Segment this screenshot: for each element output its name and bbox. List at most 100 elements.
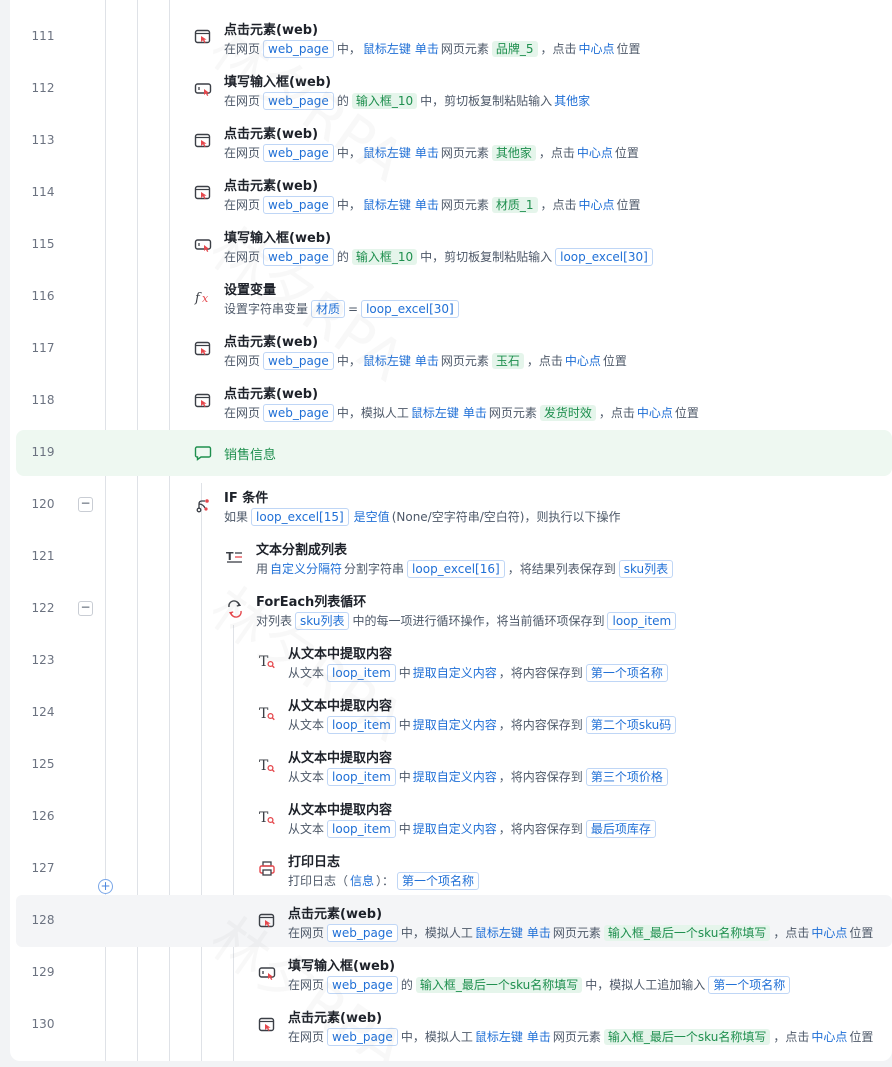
- step-row[interactable]: 125 T 从文本中提取内容 从文本 loop_item 中提取自定义内容 ，将内容保存到第…: [10, 739, 892, 791]
- option-token[interactable]: 其他家: [554, 94, 590, 108]
- option-token[interactable]: 提取自定义内容: [413, 718, 497, 732]
- step-row[interactable]: 112 填写输入框(web) 在网页 web_page 的输入框_10 中，剪切板复制粘贴…: [10, 63, 892, 115]
- description-text: 位置: [674, 406, 699, 420]
- variable-token[interactable]: loop_item: [607, 612, 677, 630]
- option-token[interactable]: 自定义分隔符: [270, 562, 342, 576]
- variable-token[interactable]: loop_item: [327, 664, 396, 682]
- step-row[interactable]: 118 点击元素(web) 在网页 web_page 中，模拟人工 鼠标左键 单击 网页元素发…: [10, 375, 892, 427]
- step-row[interactable]: 128 点击元素(web) 在网页 web_page 中，模拟人工 鼠标左键 单击 网页元素输…: [16, 895, 892, 947]
- variable-token[interactable]: loop_excel[30]: [555, 248, 653, 266]
- element-token[interactable]: 材质_1: [491, 197, 538, 213]
- step-row[interactable]: 124 T 从文本中提取内容 从文本 loop_item 中提取自定义内容 ，将内容保存到第…: [10, 687, 892, 739]
- step-title: 点击元素(web): [288, 907, 383, 922]
- variable-token[interactable]: web_page: [263, 248, 334, 266]
- element-token[interactable]: 输入框_最后一个sku名称填写: [603, 925, 771, 941]
- step-row[interactable]: 121 T 文本分割成列表用自定义分隔符 分割字符串 loop_excel[16] ，将结…: [10, 531, 892, 583]
- variable-token[interactable]: 最后项库存: [585, 820, 656, 838]
- option-token[interactable]: 鼠标左键: [411, 406, 459, 420]
- description-text: 网页元素: [440, 146, 489, 160]
- step-row[interactable]: 129 填写输入框(web) 在网页 web_page 的输入框_最后一个sku名称填写…: [10, 947, 892, 999]
- svg-text:x: x: [202, 292, 209, 305]
- option-token[interactable]: 鼠标左键: [363, 354, 411, 368]
- collapse-toggle[interactable]: −: [78, 601, 93, 616]
- step-row[interactable]: 123 T 从文本中提取内容 从文本 loop_item 中提取自定义内容 ，将内容保存到第…: [10, 635, 892, 687]
- element-token[interactable]: 输入框_最后一个sku名称填写: [603, 1029, 771, 1045]
- variable-token[interactable]: web_page: [263, 40, 334, 58]
- click-element-icon: [193, 27, 213, 47]
- step-row[interactable]: 122 − ForEach列表循环 对列表 sku列表 中的每一项进行循环操作，将当前循环…: [10, 583, 892, 635]
- option-token[interactable]: 鼠标左键: [363, 42, 411, 56]
- variable-token[interactable]: web_page: [327, 976, 398, 994]
- variable-token[interactable]: web_page: [263, 144, 334, 162]
- step-row[interactable]: 120 − IF 条件 如果 loop_excel[15] 是空值 (None/空字符串/空…: [10, 479, 892, 531]
- option-token[interactable]: 鼠标左键: [475, 926, 523, 940]
- add-step-button[interactable]: +: [98, 879, 113, 894]
- element-token[interactable]: 输入框_10: [351, 249, 418, 265]
- option-token[interactable]: 单击: [415, 42, 439, 56]
- variable-token[interactable]: web_page: [263, 92, 334, 110]
- option-token[interactable]: 单击: [415, 146, 439, 160]
- variable-token[interactable]: loop_item: [327, 716, 396, 734]
- variable-token[interactable]: web_page: [327, 1028, 398, 1046]
- element-token[interactable]: 其他家: [491, 145, 536, 161]
- step-row[interactable]: 127 打印日志 打印日志（ 信息）： 第一个项名称: [10, 843, 892, 895]
- step-title: 点击元素(web): [224, 335, 319, 350]
- option-token[interactable]: 中心点: [811, 1030, 847, 1044]
- option-token[interactable]: 单击: [527, 1030, 551, 1044]
- option-token[interactable]: 提取自定义内容: [413, 666, 497, 680]
- element-token[interactable]: 输入框_10: [351, 93, 418, 109]
- option-token[interactable]: 中心点: [577, 146, 613, 160]
- option-token[interactable]: 信息: [350, 874, 374, 888]
- variable-token[interactable]: web_page: [263, 404, 334, 422]
- variable-token[interactable]: 材质: [311, 300, 346, 318]
- comment-icon: [193, 443, 213, 463]
- option-token[interactable]: 鼠标左键: [363, 146, 411, 160]
- step-row[interactable]: 滚动元素至可视区域: [10, 1051, 892, 1061]
- option-token[interactable]: 鼠标左键: [363, 198, 411, 212]
- option-token[interactable]: 单击: [415, 198, 439, 212]
- variable-token[interactable]: loop_item: [327, 820, 396, 838]
- option-token[interactable]: 单击: [527, 926, 551, 940]
- step-row[interactable]: 117 点击元素(web) 在网页 web_page 中， 鼠标左键 单击 网页元素 玉石 ，点击…: [10, 323, 892, 375]
- element-token[interactable]: 发货时效: [539, 405, 596, 421]
- variable-token[interactable]: 第一个项名称: [397, 872, 480, 890]
- element-token[interactable]: 品牌_5: [491, 41, 538, 57]
- variable-token[interactable]: web_page: [263, 352, 334, 370]
- step-row[interactable]: 115 填写输入框(web) 在网页 web_page 的输入框_10 中，剪切板复制粘贴…: [10, 219, 892, 271]
- element-token[interactable]: 玉石: [491, 353, 524, 369]
- variable-token[interactable]: loop_excel[15]: [251, 508, 349, 526]
- variable-token[interactable]: 第一个项名称: [708, 976, 791, 994]
- option-token[interactable]: 提取自定义内容: [413, 770, 497, 784]
- variable-token[interactable]: loop_excel[30]: [361, 300, 459, 318]
- line-number: 119: [31, 445, 55, 459]
- step-row[interactable]: 113 点击元素(web) 在网页 web_page 中， 鼠标左键 单击 网页元素 其他家 ，点…: [10, 115, 892, 167]
- option-token[interactable]: 单击: [415, 354, 439, 368]
- variable-token[interactable]: loop_excel[16]: [407, 560, 505, 578]
- variable-token[interactable]: loop_item: [327, 768, 396, 786]
- option-token[interactable]: 中心点: [637, 406, 673, 420]
- option-token[interactable]: 中心点: [579, 42, 615, 56]
- variable-token[interactable]: web_page: [263, 196, 334, 214]
- option-token[interactable]: 中心点: [565, 354, 601, 368]
- step-title: 点击元素(web): [288, 1011, 383, 1026]
- comment-row[interactable]: 119 销售信息: [16, 430, 892, 476]
- step-row[interactable]: 130 点击元素(web) 在网页 web_page 中，模拟人工 鼠标左键 单击 网页元素输…: [10, 999, 892, 1051]
- step-row[interactable]: 126 T 从文本中提取内容 从文本 loop_item 中提取自定义内容 ，将内容保存到最…: [10, 791, 892, 843]
- option-token[interactable]: 单击: [463, 406, 487, 420]
- variable-token[interactable]: 第一个项名称: [585, 664, 668, 682]
- option-token[interactable]: 中心点: [579, 198, 615, 212]
- variable-token[interactable]: 第三个项价格: [585, 768, 668, 786]
- element-token[interactable]: 输入框_最后一个sku名称填写: [415, 977, 583, 993]
- variable-token[interactable]: sku列表: [618, 560, 674, 578]
- option-token[interactable]: 鼠标左键: [475, 1030, 523, 1044]
- step-row[interactable]: 114 点击元素(web) 在网页 web_page 中， 鼠标左键 单击 网页元素 材质_1，…: [10, 167, 892, 219]
- step-row[interactable]: 116 f x 设置变量 设置字符串变量 材质 = loop_excel[30]: [10, 271, 892, 323]
- collapse-toggle[interactable]: −: [78, 497, 93, 512]
- option-token[interactable]: 中心点: [811, 926, 847, 940]
- option-token[interactable]: 提取自定义内容: [413, 822, 497, 836]
- step-row[interactable]: 111 点击元素(web) 在网页 web_page 中， 鼠标左键 单击 网页元素 品牌_5，…: [10, 11, 892, 63]
- variable-token[interactable]: sku列表: [295, 612, 350, 630]
- variable-token[interactable]: web_page: [327, 924, 398, 942]
- variable-token[interactable]: 第二个项sku码: [585, 716, 677, 734]
- option-token[interactable]: 是空值: [354, 510, 390, 524]
